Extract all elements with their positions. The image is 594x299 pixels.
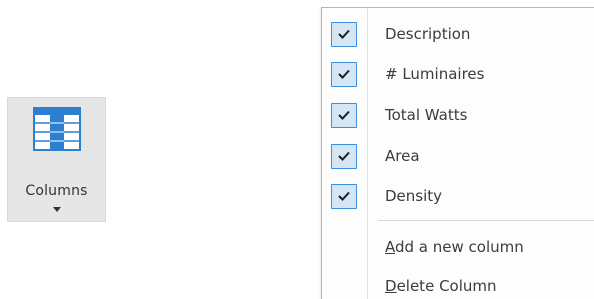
delete-column-label: Delete Column bbox=[385, 277, 497, 295]
check-icon bbox=[331, 22, 357, 47]
menu-separator bbox=[378, 220, 594, 221]
menu-item-label: Description bbox=[385, 25, 471, 43]
columns-dropdown-menu: Description # Luminaires Total Watts Are… bbox=[321, 7, 594, 299]
menu-item-description[interactable]: Description bbox=[322, 15, 594, 55]
menu-item-luminaires[interactable]: # Luminaires bbox=[322, 55, 594, 95]
add-column-menu-item[interactable]: Add a new column bbox=[322, 228, 594, 268]
dropdown-arrow-icon bbox=[53, 207, 61, 212]
check-icon bbox=[331, 184, 357, 209]
menu-item-label: Area bbox=[385, 147, 420, 165]
menu-item-total-watts[interactable]: Total Watts bbox=[322, 96, 594, 136]
columns-button[interactable]: Columns bbox=[7, 97, 106, 222]
menu-item-area[interactable]: Area bbox=[322, 137, 594, 177]
check-icon bbox=[331, 62, 357, 87]
label-text: elete Column bbox=[396, 277, 497, 295]
columns-icon bbox=[33, 107, 81, 151]
delete-column-menu-item[interactable]: Delete Column bbox=[322, 267, 594, 299]
menu-item-label: Total Watts bbox=[385, 106, 468, 124]
label-text: dd a new column bbox=[395, 238, 524, 256]
menu-item-label: Density bbox=[385, 187, 443, 205]
accelerator-key: A bbox=[385, 238, 395, 256]
menu-item-density[interactable]: Density bbox=[322, 177, 594, 217]
menu-item-label: # Luminaires bbox=[385, 65, 485, 83]
add-column-label: Add a new column bbox=[385, 238, 524, 256]
accelerator-key: D bbox=[385, 277, 397, 295]
screen: Columns Description # Luminaires Total W… bbox=[0, 0, 594, 299]
check-icon bbox=[331, 103, 357, 128]
check-icon bbox=[331, 144, 357, 169]
columns-label: Columns bbox=[25, 183, 88, 199]
